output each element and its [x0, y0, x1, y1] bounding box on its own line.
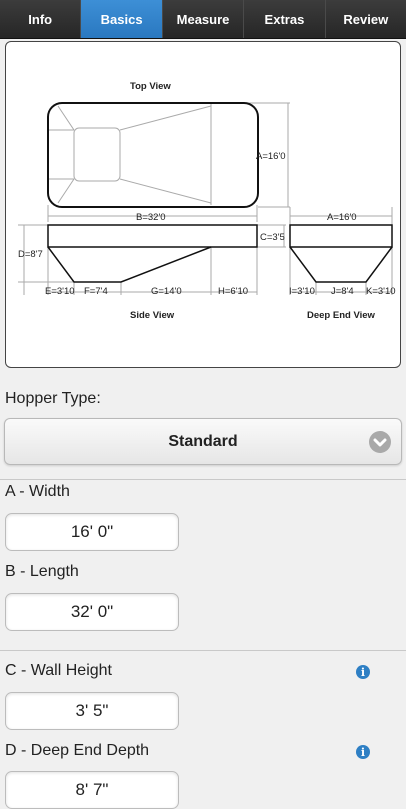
- side-view-title: Side View: [130, 310, 175, 321]
- dim-e: E=3'10: [45, 286, 75, 297]
- tab-measure[interactable]: Measure: [162, 0, 245, 38]
- tab-info[interactable]: Info: [0, 0, 82, 38]
- chevron-down-icon[interactable]: [369, 431, 391, 453]
- wall-height-label: C - Wall Height: [5, 662, 112, 679]
- dim-b: B=32'0: [136, 212, 166, 223]
- dim-f: F=7'4: [84, 286, 108, 297]
- width-input[interactable]: 16' 0": [5, 513, 179, 551]
- info-icon[interactable]: i: [356, 665, 370, 679]
- dim-c: C=3'5: [260, 232, 285, 243]
- dim-k: K=3'10: [366, 286, 396, 297]
- divider: [0, 479, 406, 480]
- length-input[interactable]: 32' 0": [5, 593, 179, 631]
- width-label: A - Width: [5, 483, 70, 500]
- dim-a: A=16'0: [256, 151, 286, 162]
- deep-end-depth-input[interactable]: 8' 7": [5, 771, 179, 809]
- tab-review[interactable]: Review: [325, 0, 406, 38]
- tab-bar: Info Basics Measure Extras Review: [0, 0, 406, 39]
- pool-diagram: Top View Side View Deep End View A=16'0 …: [5, 41, 401, 368]
- deep-end-depth-label: D - Deep End Depth: [5, 742, 150, 759]
- dim-h: H=6'10: [218, 286, 248, 297]
- dim-g: G=14'0: [151, 286, 182, 297]
- top-view-title: Top View: [130, 81, 171, 92]
- hopper-type-label: Hopper Type:: [5, 390, 101, 407]
- tab-basics[interactable]: Basics: [81, 0, 163, 38]
- hopper-type-value: Standard: [168, 433, 238, 450]
- hopper-type-select[interactable]: Standard: [4, 418, 402, 465]
- wall-height-input[interactable]: 3' 5": [5, 692, 179, 730]
- deep-end-view-title: Deep End View: [307, 310, 376, 321]
- dim-a-deep: A=16'0: [327, 212, 357, 223]
- dim-j: J=8'4: [331, 286, 354, 297]
- dim-i: I=3'10: [289, 286, 315, 297]
- dim-d: D=8'7: [18, 249, 43, 260]
- info-icon[interactable]: i: [356, 745, 370, 759]
- tab-extras[interactable]: Extras: [244, 0, 326, 38]
- divider: [0, 650, 406, 651]
- length-label: B - Length: [5, 563, 79, 580]
